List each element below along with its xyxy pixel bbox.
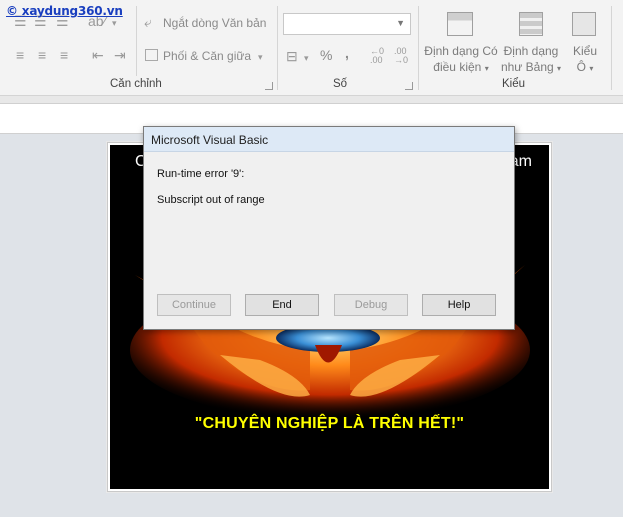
align-center-icon[interactable]: ≡	[38, 48, 46, 62]
format-as-table-icon	[519, 12, 543, 36]
vba-error-dialog: Microsoft Visual Basic Run-time error '9…	[143, 126, 515, 330]
number-dialog-launcher-icon[interactable]	[405, 82, 413, 90]
watermark-logo: © xaydung360.vn	[6, 4, 123, 18]
increase-decimal-icon[interactable]: ←0.00	[370, 47, 384, 65]
alignment-group-label: Căn chỉnh	[110, 78, 162, 90]
slogan-text: "CHUYÊN NGHIỆP LÀ TRÊN HẾT!"	[194, 415, 465, 432]
number-format-select[interactable]: ▼	[283, 13, 411, 35]
error-message: Subscript out of range	[157, 194, 265, 206]
copyright-icon: ©	[6, 4, 22, 18]
alignment-dialog-launcher-icon[interactable]	[265, 82, 273, 90]
dialog-title[interactable]: Microsoft Visual Basic	[144, 127, 514, 152]
wrap-text-icon: ⤶	[144, 14, 152, 30]
chevron-down-icon: ▼	[396, 18, 405, 28]
cell-styles-icon	[572, 12, 596, 36]
ribbon-bottom-strip	[0, 96, 623, 104]
decrease-decimal-icon[interactable]: .00 →0	[394, 47, 408, 65]
ribbon: © xaydung360.vn ☰ ☰ ☰ ab⁄ ▾ ⤶ Ngắt dòng …	[0, 0, 623, 96]
number-group-label: Số	[333, 78, 348, 90]
merge-center-button[interactable]: Phối & Căn giữa	[163, 49, 251, 63]
align-right-icon[interactable]: ≡	[60, 48, 68, 62]
align-left-icon[interactable]: ≡	[16, 48, 24, 62]
percent-style-button[interactable]: %	[320, 48, 332, 62]
continue-button: Continue	[157, 294, 231, 316]
format-as-table-label: Định dạng như Bảng ▾	[500, 44, 562, 74]
conditional-formatting-label: Định dạng Có điều kiện ▾	[424, 44, 498, 74]
separator	[136, 6, 137, 76]
accounting-format-icon[interactable]: ⊟	[286, 49, 298, 63]
increase-indent-icon[interactable]: ⇥	[114, 48, 126, 62]
conditional-formatting-icon	[447, 12, 473, 36]
orientation-dropdown-icon[interactable]: ▾	[112, 16, 117, 30]
merge-center-icon	[145, 49, 158, 61]
decrease-indent-icon[interactable]: ⇤	[92, 48, 104, 62]
comma-style-button[interactable]: ,	[345, 46, 349, 60]
wrap-text-button[interactable]: Ngắt dòng Văn bản	[163, 16, 266, 30]
separator	[277, 6, 278, 90]
cell-styles-label: Kiểu Ô ▾	[572, 44, 598, 74]
merge-dropdown-icon[interactable]: ▾	[258, 50, 263, 64]
accounting-dropdown-icon[interactable]: ▾	[304, 51, 309, 65]
help-button[interactable]: Help	[422, 294, 496, 316]
styles-group-label: Kiểu	[502, 78, 526, 90]
separator	[418, 6, 419, 90]
debug-button: Debug	[334, 294, 408, 316]
end-button[interactable]: End	[245, 294, 319, 316]
runtime-error-code: Run-time error '9':	[157, 168, 245, 180]
separator	[611, 6, 612, 90]
